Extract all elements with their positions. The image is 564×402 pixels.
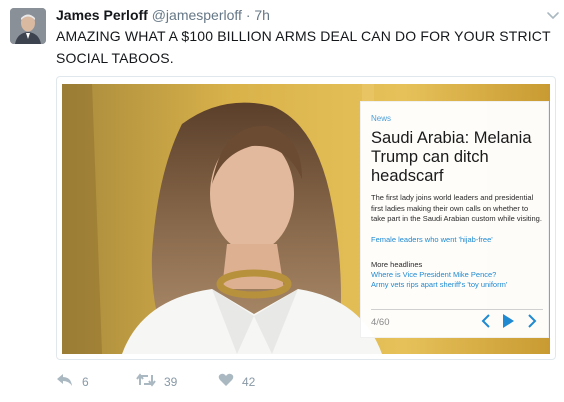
retweet-icon [136, 372, 156, 392]
panel-divider [371, 309, 543, 310]
like-count: 42 [242, 375, 256, 389]
avatar[interactable] [10, 8, 46, 44]
more-headlines-list: Where is Vice President Mike Pence? Army… [371, 270, 543, 290]
more-headlines-label: More headlines [371, 260, 423, 269]
reply-count: 6 [82, 375, 89, 389]
news-headline[interactable]: Saudi Arabia: Melania Trump can ditch he… [371, 129, 546, 186]
tweet-time[interactable]: 7h [254, 7, 270, 23]
retweet-count: 39 [164, 375, 178, 389]
tweet-text: AMAZING WHAT A $100 BILLION ARMS DEAL CA… [56, 28, 551, 66]
news-summary: The first lady joins world leaders and p… [371, 193, 542, 223]
retweet-button[interactable]: 39 [136, 372, 177, 392]
more-headline-item[interactable]: Where is Vice President Mike Pence? [371, 270, 543, 280]
chevron-left-icon[interactable] [476, 311, 496, 331]
slide-counter: 4/60 [371, 317, 390, 328]
author-handle[interactable]: @jamesperloff [152, 7, 242, 23]
chevron-right-icon[interactable] [522, 311, 542, 331]
news-label: News [371, 114, 392, 123]
related-link[interactable]: Female leaders who went 'hijab-free' [371, 235, 543, 245]
more-headline-item[interactable]: Army vets rips apart sheriff's 'toy unif… [371, 280, 543, 290]
reply-button[interactable]: 6 [56, 372, 89, 392]
play-icon[interactable] [498, 311, 518, 331]
reply-icon [56, 373, 74, 392]
header-separator: · [245, 7, 251, 23]
chevron-down-icon[interactable] [546, 8, 560, 20]
heart-icon [218, 373, 234, 392]
news-panel[interactable]: News Saudi Arabia: Melania Trump can dit… [360, 101, 549, 338]
tweet-header: James Perloff @jamesperloff · 7h [56, 6, 270, 24]
author-name[interactable]: James Perloff [56, 7, 148, 23]
tweet: James Perloff @jamesperloff · 7h AMAZING… [0, 0, 564, 402]
like-button[interactable]: 42 [218, 372, 255, 392]
